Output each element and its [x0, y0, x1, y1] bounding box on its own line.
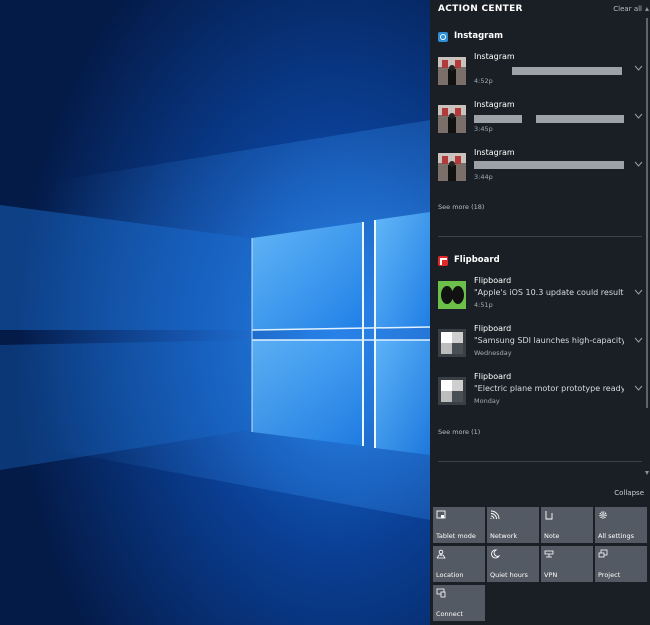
notification-time: 3:45p: [474, 125, 493, 133]
notifications-scrollbar[interactable]: [645, 6, 649, 476]
location-icon: [436, 549, 446, 559]
desktop-wallpaper: [0, 0, 430, 625]
notification-title: Instagram: [474, 100, 515, 109]
notification-item[interactable]: Instagram 4:52p: [438, 52, 643, 92]
notification-time: 4:52p: [474, 77, 493, 85]
notification-item[interactable]: Flipboard "Apple's iOS 10.3 update could…: [438, 276, 643, 316]
action-center-title: ACTION CENTER: [438, 4, 523, 14]
chevron-down-icon[interactable]: [634, 64, 643, 72]
tile-label: Connect: [436, 610, 463, 618]
project-icon: [598, 549, 608, 558]
tile-label: Project: [598, 571, 621, 579]
divider: [438, 461, 642, 462]
notification-item[interactable]: Instagram 3:44p: [438, 148, 643, 188]
redacted-text: [536, 115, 624, 123]
scroll-down-icon[interactable]: [645, 470, 649, 476]
tablet-mode-tile[interactable]: Tablet mode: [433, 507, 485, 543]
notification-body: "Electric plane motor prototype ready: [474, 384, 624, 393]
notification-time: Monday: [474, 397, 500, 405]
chevron-down-icon[interactable]: [634, 112, 643, 120]
group-app-name: Instagram: [454, 31, 503, 41]
chevron-down-icon[interactable]: [634, 384, 643, 392]
chevron-down-icon[interactable]: [634, 288, 643, 296]
network-icon: [490, 510, 500, 520]
see-more-flipboard-link[interactable]: See more (1): [438, 428, 480, 436]
tile-label: VPN: [544, 571, 558, 579]
tablet-mode-icon: [436, 510, 446, 519]
chevron-down-icon[interactable]: [634, 160, 643, 168]
tile-label: Quiet hours: [490, 571, 528, 579]
connect-tile[interactable]: Connect: [433, 585, 485, 621]
group-app-name: Flipboard: [454, 255, 500, 265]
notification-body: "Samsung SDI launches high-capacity: [474, 336, 624, 345]
gear-icon: [599, 511, 607, 519]
flipboard-thumbnail: [438, 281, 466, 309]
location-tile[interactable]: Location: [433, 546, 485, 582]
tile-label: Tablet mode: [436, 532, 476, 540]
vpn-icon: [544, 550, 554, 558]
notification-time: Wednesday: [474, 349, 512, 357]
flipboard-icon: [438, 256, 448, 266]
notification-title: Instagram: [474, 148, 515, 157]
instagram-icon: [438, 32, 448, 42]
connect-icon: [436, 588, 446, 598]
instagram-thumbnail: [438, 153, 466, 181]
tile-label: Network: [490, 532, 518, 540]
redacted-text: [512, 67, 622, 75]
tile-label: All settings: [598, 532, 635, 540]
note-tile[interactable]: Note: [541, 507, 593, 543]
clear-all-button[interactable]: Clear all: [613, 5, 642, 13]
notification-item[interactable]: Flipboard "Samsung SDI launches high-cap…: [438, 324, 643, 364]
project-tile[interactable]: Project: [595, 546, 647, 582]
collapse-button[interactable]: Collapse: [614, 489, 644, 497]
redacted-text: [474, 115, 522, 123]
chevron-down-icon[interactable]: [634, 336, 643, 344]
moon-icon: [491, 549, 500, 559]
notification-title: Flipboard: [474, 276, 512, 285]
notification-title: Instagram: [474, 52, 515, 61]
divider: [438, 236, 642, 237]
tile-label: Location: [436, 571, 464, 579]
notification-title: Flipboard: [474, 324, 512, 333]
notification-body: "Apple's iOS 10.3 update could result i: [474, 288, 624, 297]
notification-time: 3:44p: [474, 173, 493, 181]
see-more-instagram-link[interactable]: See more (18): [438, 203, 484, 211]
quiet-hours-tile[interactable]: Quiet hours: [487, 546, 539, 582]
note-icon: [545, 511, 553, 520]
instagram-thumbnail: [438, 57, 466, 85]
redacted-text: [474, 161, 624, 169]
scrollbar-thumb[interactable]: [646, 18, 648, 408]
scroll-up-icon[interactable]: [645, 6, 649, 12]
action-center-panel: ACTION CENTER Clear all Instagram Instag…: [430, 0, 650, 625]
flipboard-thumbnail: [438, 329, 466, 357]
action-center-header: ACTION CENTER Clear all: [438, 4, 642, 18]
notification-time: 4:51p: [474, 301, 493, 309]
all-settings-tile[interactable]: All settings: [595, 507, 647, 543]
instagram-thumbnail: [438, 105, 466, 133]
windows-logo-wallpaper: [0, 0, 430, 625]
notification-item[interactable]: Instagram 3:45p: [438, 100, 643, 140]
network-tile[interactable]: Network: [487, 507, 539, 543]
notification-title: Flipboard: [474, 372, 512, 381]
notification-item[interactable]: Flipboard "Electric plane motor prototyp…: [438, 372, 643, 412]
flipboard-thumbnail: [438, 377, 466, 405]
tile-label: Note: [544, 532, 560, 540]
vpn-tile[interactable]: VPN: [541, 546, 593, 582]
